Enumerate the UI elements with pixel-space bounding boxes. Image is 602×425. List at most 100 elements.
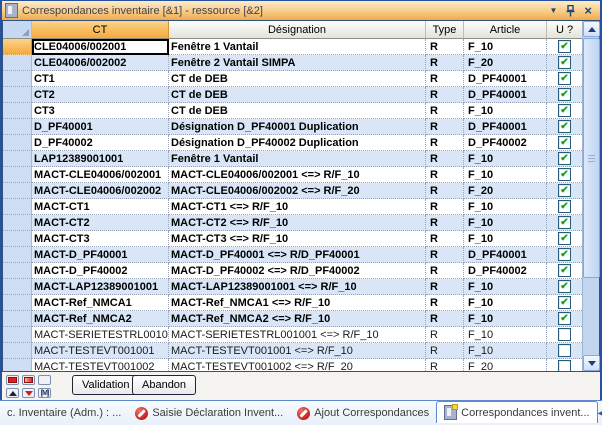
cell-ct[interactable]: MACT-TESTEVT001002 [32,359,169,371]
cell-designation[interactable]: MACT-CLE04006/002001 <=> R/F_10 [169,167,426,183]
table-row[interactable]: CLE04006/002002Fenêtre 2 Vantail SIMPARF… [3,55,582,71]
cell-designation[interactable]: Désignation D_PF40002 Duplication [169,135,426,151]
checkbox[interactable]: ✔ [558,88,571,101]
column-header-ct[interactable]: CT [32,21,169,39]
checkbox[interactable]: ✔ [558,248,571,261]
cell-article[interactable]: F_10 [464,167,547,183]
cell-u[interactable]: ✔ [547,87,582,103]
cell-type[interactable]: R [426,279,464,295]
column-header-designation[interactable]: Désignation [169,21,426,39]
tab-c-inventaire-adm[interactable]: c. Inventaire (Adm.) : ... [0,404,128,422]
table-row[interactable]: LAP12389001001Fenêtre 1 VantailRF_10✔ [3,151,582,167]
close-button[interactable]: × [584,4,592,17]
cell-u[interactable]: ✔ [547,311,582,327]
cell-u[interactable]: ✔ [547,295,582,311]
cell-designation[interactable]: MACT-Ref_NMCA1 <=> R/F_10 [169,295,426,311]
cell-article[interactable]: D_PF40001 [464,87,547,103]
checkbox[interactable]: ✔ [558,296,571,309]
table-row[interactable]: CLE04006/002001Fenêtre 1 VantailRF_10✔ [3,39,582,55]
table-row[interactable]: MACT-CT2MACT-CT2 <=> R/F_10RF_10✔ [3,215,582,231]
cell-designation[interactable]: CT de DEB [169,103,426,119]
row-header[interactable] [3,247,32,263]
table-row[interactable]: MACT-CLE04006/002002MACT-CLE04006/002002… [3,183,582,199]
cell-ct[interactable]: MACT-D_PF40001 [32,247,169,263]
row-header[interactable] [3,183,32,199]
row-header[interactable] [3,199,32,215]
cell-ct[interactable]: MACT-CT3 [32,231,169,247]
cell-article[interactable]: F_20 [464,183,547,199]
cell-u[interactable]: ✔ [547,199,582,215]
cell-u[interactable]: ✔ [547,215,582,231]
cell-u[interactable]: ✔ [547,183,582,199]
cell-article[interactable]: F_10 [464,343,547,359]
cell-article[interactable]: F_10 [464,215,547,231]
cell-ct[interactable]: D_PF40002 [32,135,169,151]
cell-u[interactable]: ✔ [547,71,582,87]
cell-u[interactable]: ✔ [547,167,582,183]
cell-u[interactable]: ✔ [547,119,582,135]
checkbox[interactable]: ✔ [558,216,571,229]
cell-ct[interactable]: MACT-LAP12389001001 [32,279,169,295]
checkbox[interactable] [558,344,571,357]
cell-ct[interactable]: MACT-TESTEVT001001 [32,343,169,359]
cell-article[interactable]: F_10 [464,103,547,119]
cell-article[interactable]: D_PF40002 [464,263,547,279]
row-header[interactable] [3,119,32,135]
checkbox[interactable]: ✔ [558,280,571,293]
cell-ct[interactable]: LAP12389001001 [32,151,169,167]
row-header[interactable] [3,103,32,119]
cell-article[interactable]: F_10 [464,151,547,167]
cell-u[interactable] [547,327,582,343]
checkbox[interactable]: ✔ [558,232,571,245]
tab-scroll-left-icon[interactable]: ◀ [598,408,602,419]
cell-article[interactable]: F_10 [464,39,547,55]
cell-type[interactable]: R [426,135,464,151]
cell-designation[interactable]: Désignation D_PF40001 Duplication [169,119,426,135]
scroll-up-button[interactable] [583,21,600,37]
row-header[interactable] [3,311,32,327]
checkbox[interactable]: ✔ [558,152,571,165]
table-row[interactable]: MACT-TESTEVT001002MACT-TESTEVT001002 <=>… [3,359,582,371]
cell-type[interactable]: R [426,119,464,135]
cell-ct[interactable]: CT3 [32,103,169,119]
cell-designation[interactable]: MACT-D_PF40001 <=> R/D_PF40001 [169,247,426,263]
cell-article[interactable]: D_PF40001 [464,247,547,263]
cell-designation[interactable]: CT de DEB [169,87,426,103]
table-row[interactable]: MACT-SERIETESTRL001001MACT-SERIETESTRL00… [3,327,582,343]
cell-designation[interactable]: Fenêtre 1 Vantail [169,39,426,55]
row-header[interactable] [3,359,32,371]
cell-type[interactable]: R [426,263,464,279]
table-row[interactable]: D_PF40002Désignation D_PF40002 Duplicati… [3,135,582,151]
cell-ct[interactable]: D_PF40001 [32,119,169,135]
cell-type[interactable]: R [426,103,464,119]
checkbox[interactable] [558,360,571,371]
select-all-corner[interactable] [3,21,32,39]
window-menu-button[interactable]: ▼ [549,4,557,17]
cell-article[interactable]: D_PF40001 [464,71,547,87]
table-row[interactable]: MACT-CT3MACT-CT3 <=> R/F_10RF_10✔ [3,231,582,247]
cell-u[interactable]: ✔ [547,39,582,55]
table-row[interactable]: MACT-LAP12389001001MACT-LAP12389001001 <… [3,279,582,295]
cell-article[interactable]: F_10 [464,279,547,295]
checkbox[interactable] [558,328,571,341]
column-header-type[interactable]: Type [426,21,464,39]
cell-ct[interactable]: CLE04006/002001 [32,39,169,55]
cell-article[interactable]: F_20 [464,55,547,71]
red-bar-button[interactable] [6,375,19,385]
table-row[interactable]: MACT-D_PF40002MACT-D_PF40002 <=> R/D_PF4… [3,263,582,279]
scrollbar-thumb[interactable] [583,38,600,278]
table-row[interactable]: MACT-Ref_NMCA2MACT-Ref_NMCA2 <=> R/F_10R… [3,311,582,327]
cell-article[interactable]: F_10 [464,231,547,247]
cell-designation[interactable]: MACT-Ref_NMCA2 <=> R/F_10 [169,311,426,327]
row-header[interactable] [3,135,32,151]
tab-ajout-correspondances[interactable]: Ajout Correspondances [290,404,436,423]
cell-type[interactable]: R [426,231,464,247]
cell-type[interactable]: R [426,199,464,215]
black-up-triangle-button[interactable] [6,388,19,398]
table-row[interactable]: MACT-D_PF40001MACT-D_PF40001 <=> R/D_PF4… [3,247,582,263]
cell-type[interactable]: R [426,55,464,71]
cell-designation[interactable]: MACT-TESTEVT001002 <=> R/F_20 [169,359,426,371]
cell-article[interactable]: F_10 [464,311,547,327]
abandon-button[interactable]: Abandon [132,375,196,395]
row-header[interactable] [3,343,32,359]
